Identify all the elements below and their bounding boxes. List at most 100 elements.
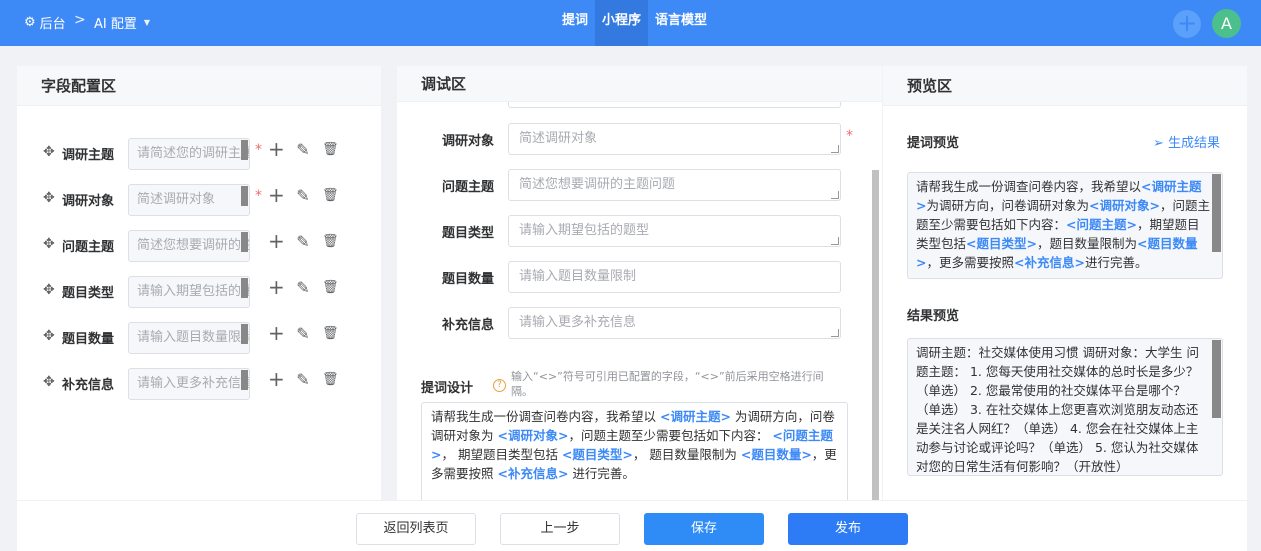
text-segment: 进行完善。 [568, 466, 635, 481]
field-row-input[interactable]: 简述您想要调研的主题问题 [128, 230, 250, 262]
preview-panel: 预览区 提词预览 ➢ 生成结果 请帮我生成一份调查问卷内容，我希望以<调研主题>… [883, 66, 1247, 551]
send-icon: ➢ [1153, 136, 1164, 151]
field-reference-tag: <补充信息> [497, 466, 569, 481]
trash-icon[interactable]: 🗑 [322, 326, 339, 342]
trash-icon[interactable]: 🗑 [322, 234, 339, 250]
plus-icon[interactable]: + [268, 139, 285, 159]
field-config-title: 字段配置区 [17, 66, 381, 106]
edit-icon[interactable]: ✎ [295, 188, 311, 204]
field-row: ✥ 调研主题 请简述您的调研主题 * + ✎ 🗑 [17, 138, 381, 170]
debug-panel: 调试区 调研对象 简述调研对象 * 问题主题 简述您想要调研的主题问题 题目类型 请输入期望… [397, 66, 882, 551]
field-row-placeholder: 请输入更多补充信息 [137, 376, 250, 391]
add-circle-button[interactable]: + [1173, 10, 1201, 38]
debug-field-input[interactable]: 简述您想要调研的主题问题 [508, 169, 841, 201]
save-button[interactable]: 保存 [644, 513, 764, 545]
input-scrollbar[interactable] [241, 186, 248, 206]
field-row-label: 调研对象 [62, 194, 115, 209]
debug-field-input[interactable]: 请输入期望包括的题型 [508, 215, 841, 247]
drag-move-icon[interactable]: ✥ [43, 145, 57, 159]
previous-step-button[interactable]: 上一步 [500, 513, 620, 545]
debug-field-placeholder: 请输入期望包括的题型 [519, 223, 650, 238]
field-reference-tag: <调研对象> [497, 428, 569, 443]
publish-button[interactable]: 发布 [788, 513, 908, 545]
field-row-input[interactable]: 简述调研对象 [128, 184, 250, 216]
tab-1[interactable]: 小程序 [595, 0, 649, 46]
input-scrollbar[interactable] [241, 232, 248, 252]
plus-icon[interactable]: + [268, 185, 285, 205]
result-preview-box: 调研主题：社交媒体使用习惯 调研对象：大学生 问题主题： 1. 您每天使用社交媒… [907, 338, 1223, 476]
field-reference-tag: <调研对象> [1089, 198, 1160, 213]
prompt-preview-box: 请帮我生成一份调查问卷内容，我希望以<调研主题>为调研方向，问卷调研对象为<调研… [907, 172, 1223, 279]
breadcrumb-home[interactable]: ⚙ 后台 [24, 13, 66, 32]
resize-handle-icon[interactable] [831, 191, 839, 199]
field-row-label: 调研主题 [62, 148, 115, 163]
scrolled-input-edge [508, 102, 841, 108]
field-row-input[interactable]: 请输入更多补充信息 [128, 368, 250, 400]
resize-handle-icon[interactable] [831, 145, 839, 153]
preview-scrollbar[interactable] [1212, 174, 1221, 252]
generate-result-link[interactable]: ➢ 生成结果 [1153, 132, 1220, 151]
debug-field-input[interactable]: 简述调研对象 [508, 123, 841, 155]
edit-icon[interactable]: ✎ [295, 280, 311, 296]
debug-field-input[interactable]: 请输入题目数量限制 [508, 261, 841, 293]
input-scrollbar[interactable] [241, 140, 248, 160]
drag-move-icon[interactable]: ✥ [43, 237, 57, 251]
field-row-placeholder: 请输入期望包括的题型 [137, 284, 249, 299]
debug-field-placeholder: 请输入更多补充信息 [519, 315, 637, 330]
trash-icon[interactable]: 🗑 [322, 372, 339, 388]
input-scrollbar[interactable] [241, 324, 248, 344]
field-reference-tag: <调研主题> [659, 409, 731, 424]
breadcrumb-home-label: 后台 [39, 17, 66, 32]
edit-icon[interactable]: ✎ [295, 326, 311, 342]
trash-icon[interactable]: 🗑 [322, 188, 339, 204]
drag-move-icon[interactable]: ✥ [43, 329, 57, 343]
debug-field-input[interactable]: 请输入更多补充信息 [508, 307, 841, 339]
breadcrumb-ai-config[interactable]: AI 配置 ▼ [94, 13, 150, 32]
breadcrumb-ai-config-label: AI 配置 [94, 17, 137, 32]
debug-field-label: 问题主题 [442, 180, 495, 195]
field-row-input[interactable]: 请输入期望包括的题型 [128, 276, 250, 308]
field-reference-tag: <问题主题> [1066, 217, 1137, 232]
debug-field-label: 调研对象 [442, 134, 495, 149]
footer-bar [17, 500, 1247, 551]
required-mark: * [846, 128, 853, 144]
result-scrollbar[interactable] [1212, 340, 1221, 418]
field-reference-tag: <补充信息> [1014, 255, 1085, 270]
drag-move-icon[interactable]: ✥ [43, 191, 57, 205]
prompt-preview-label: 提词预览 [907, 136, 960, 151]
text-segment: ，更多需要按照 [926, 255, 1014, 270]
edit-icon[interactable]: ✎ [295, 372, 311, 388]
plus-icon[interactable]: + [268, 369, 285, 389]
edit-icon[interactable]: ✎ [295, 142, 311, 158]
help-icon[interactable]: ? [493, 379, 506, 392]
drag-move-icon[interactable]: ✥ [43, 283, 57, 297]
trash-icon[interactable]: 🗑 [322, 280, 339, 296]
prompt-design-label: 提词设计 [421, 381, 474, 396]
required-mark: * [255, 142, 262, 158]
input-scrollbar[interactable] [241, 278, 248, 298]
field-row: ✥ 补充信息 请输入更多补充信息 + ✎ 🗑 [17, 368, 381, 400]
debug-scrollbar[interactable] [872, 170, 879, 516]
avatar[interactable]: A [1212, 9, 1241, 38]
field-row-placeholder: 请输入题目数量限制 [137, 330, 250, 345]
field-row-input[interactable]: 请输入题目数量限制 [128, 322, 250, 354]
resize-handle-icon[interactable] [831, 329, 839, 337]
field-row-input[interactable]: 请简述您的调研主题 [128, 138, 250, 170]
field-row-label: 题目类型 [62, 286, 115, 301]
edit-icon[interactable]: ✎ [295, 234, 311, 250]
drag-move-icon[interactable]: ✥ [43, 375, 57, 389]
plus-icon[interactable]: + [268, 231, 285, 251]
debug-field-label: 补充信息 [442, 318, 495, 333]
trash-icon[interactable]: 🗑 [322, 142, 339, 158]
text-segment: 进行完善。 [1084, 255, 1148, 270]
tab-2[interactable]: 语言模型 [648, 0, 714, 46]
plus-icon[interactable]: + [268, 323, 285, 343]
field-row-label: 题目数量 [62, 332, 115, 347]
tab-0[interactable]: 提词 [555, 0, 595, 46]
result-preview-text: 调研主题：社交媒体使用习惯 调研对象：大学生 问题主题： 1. 您每天使用社交媒… [916, 345, 1199, 474]
debug-field-label: 题目数量 [442, 272, 495, 287]
input-scrollbar[interactable] [241, 370, 248, 390]
plus-icon[interactable]: + [268, 277, 285, 297]
resize-handle-icon[interactable] [831, 237, 839, 245]
back-to-list-button[interactable]: 返回列表页 [356, 513, 476, 545]
